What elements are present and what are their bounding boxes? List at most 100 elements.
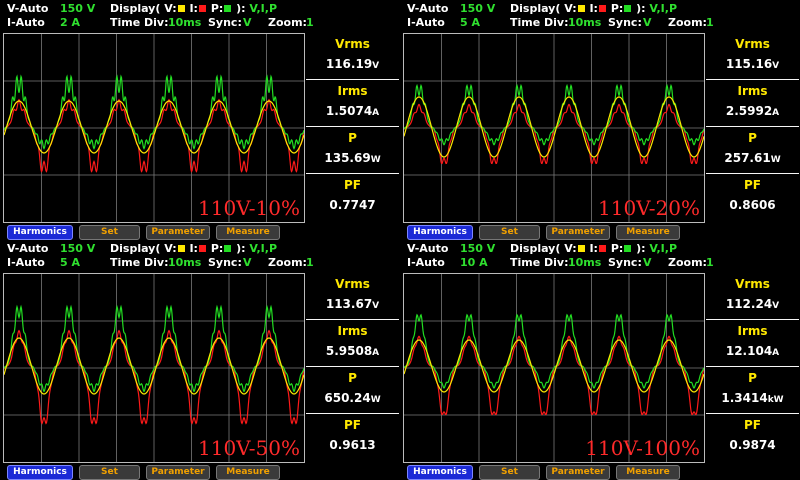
display-label: Display( V:	[510, 242, 577, 255]
zoom-label: Zoom:	[668, 16, 707, 29]
harmonics-button[interactable]: Harmonics	[407, 225, 473, 240]
vrms-label: Vrms	[735, 37, 770, 51]
timediv-value: 10ms	[568, 256, 602, 269]
display-value: V,I,P	[649, 2, 678, 15]
measurement-panel: Vrms 113.67V Irms 5.9508A P 650.24W PF 0…	[306, 273, 399, 461]
waveform-svg	[4, 274, 304, 462]
display-i-label: I:	[189, 242, 198, 255]
display-setting: Display( V: I: P: ): V,I,P	[110, 2, 277, 15]
load-label: 110V-100%	[585, 436, 700, 460]
pf-label: PF	[744, 418, 761, 432]
irms-label: Irms	[337, 84, 368, 98]
pf-label: PF	[344, 418, 361, 432]
power-value: 135.69	[324, 151, 371, 165]
sync-value: V	[643, 256, 652, 269]
zoom-label: Zoom:	[268, 16, 307, 29]
irms-readout: 1.5074A	[306, 104, 399, 118]
current-range: 10 A	[460, 256, 488, 269]
power-value: 650.24	[324, 391, 371, 405]
display-p-label: P:	[610, 242, 624, 255]
display-p-label: P:	[610, 2, 624, 15]
voltage-color-swatch	[177, 4, 185, 12]
display-i-label: I:	[589, 242, 598, 255]
measure-button[interactable]: Measure	[616, 465, 680, 480]
power-unit: W	[370, 155, 381, 165]
current-color-swatch	[598, 244, 606, 252]
parameter-button[interactable]: Parameter	[546, 225, 610, 240]
vrms-cell: Vrms 116.19V	[306, 33, 399, 79]
meter-panel-3: V-Auto 150 V Display( V: I: P: ): V,I,P …	[0, 240, 400, 480]
vrms-readout: 116.19V	[306, 57, 399, 71]
voltage-color-swatch	[577, 244, 585, 252]
pf-value: 0.7747	[329, 198, 376, 212]
pf-cell: PF 0.8606	[706, 174, 799, 221]
parameter-button[interactable]: Parameter	[146, 465, 210, 480]
timediv-label: Time Div:	[510, 16, 569, 29]
parameter-button[interactable]: Parameter	[546, 465, 610, 480]
vrms-unit: V	[772, 61, 780, 71]
voltage-range: 150 V	[60, 2, 96, 15]
current-color-swatch	[598, 4, 606, 12]
vrms-value: 112.24	[725, 297, 773, 311]
vrms-cell: Vrms 112.24V	[706, 273, 799, 319]
voltage-range: 150 V	[60, 242, 96, 255]
power-color-swatch	[624, 244, 632, 252]
irms-readout: 5.9508A	[306, 344, 399, 358]
current-color-swatch	[198, 4, 206, 12]
vrms-unit: V	[772, 301, 780, 311]
voltage-mode: V-Auto	[407, 2, 449, 15]
zoom-value: 1	[706, 16, 714, 29]
voltage-color-swatch	[177, 244, 185, 252]
pf-cell: PF 0.7747	[306, 174, 399, 221]
vrms-label: Vrms	[335, 277, 370, 291]
timediv-label: Time Div:	[110, 256, 169, 269]
softkey-bar: Harmonics Set Parameter Measure	[0, 464, 400, 480]
voltage-range: 150 V	[460, 2, 496, 15]
irms-value: 2.5992	[725, 104, 773, 118]
vrms-readout: 113.67V	[306, 297, 399, 311]
timediv-label: Time Div:	[110, 16, 169, 29]
measure-button[interactable]: Measure	[216, 225, 280, 240]
vrms-label: Vrms	[335, 37, 370, 51]
current-mode: I-Auto	[7, 16, 45, 29]
irms-unit: A	[372, 348, 380, 358]
display-end: ):	[636, 242, 646, 255]
harmonics-button[interactable]: Harmonics	[7, 465, 73, 480]
irms-label: Irms	[737, 84, 768, 98]
harmonics-button[interactable]: Harmonics	[7, 225, 73, 240]
pf-label: PF	[744, 178, 761, 192]
parameter-button[interactable]: Parameter	[146, 225, 210, 240]
load-label: 110V-10%	[198, 196, 300, 220]
set-button[interactable]: Set	[79, 465, 140, 480]
measure-button[interactable]: Measure	[216, 465, 280, 480]
display-p-label: P:	[210, 242, 224, 255]
set-button[interactable]: Set	[79, 225, 140, 240]
voltage-mode: V-Auto	[7, 242, 49, 255]
current-color-swatch	[198, 244, 206, 252]
display-setting: Display( V: I: P: ): V,I,P	[110, 242, 277, 255]
softkey-bar: Harmonics Set Parameter Measure	[400, 224, 800, 240]
irms-value: 12.104	[725, 344, 773, 358]
softkey-bar: Harmonics Set Parameter Measure	[0, 224, 400, 240]
display-value: V,I,P	[249, 242, 278, 255]
display-i-label: I:	[189, 2, 198, 15]
waveform-svg	[4, 34, 304, 222]
pf-cell: PF 0.9613	[306, 414, 399, 461]
voltage-mode: V-Auto	[7, 2, 49, 15]
display-setting: Display( V: I: P: ): V,I,P	[510, 2, 677, 15]
set-button[interactable]: Set	[479, 465, 540, 480]
irms-value: 1.5074	[325, 104, 373, 118]
power-color-swatch	[624, 4, 632, 12]
pf-value: 0.9613	[329, 438, 376, 452]
waveform-svg	[404, 274, 704, 462]
measure-button[interactable]: Measure	[616, 225, 680, 240]
current-mode: I-Auto	[407, 16, 445, 29]
timediv-label: Time Div:	[510, 256, 569, 269]
timediv-value: 10ms	[568, 16, 602, 29]
set-button[interactable]: Set	[479, 225, 540, 240]
sync-label: Sync:	[208, 16, 242, 29]
waveform-display: 110V-20%	[403, 33, 705, 223]
waveform-svg	[404, 34, 704, 222]
timediv-value: 10ms	[168, 16, 202, 29]
harmonics-button[interactable]: Harmonics	[407, 465, 473, 480]
